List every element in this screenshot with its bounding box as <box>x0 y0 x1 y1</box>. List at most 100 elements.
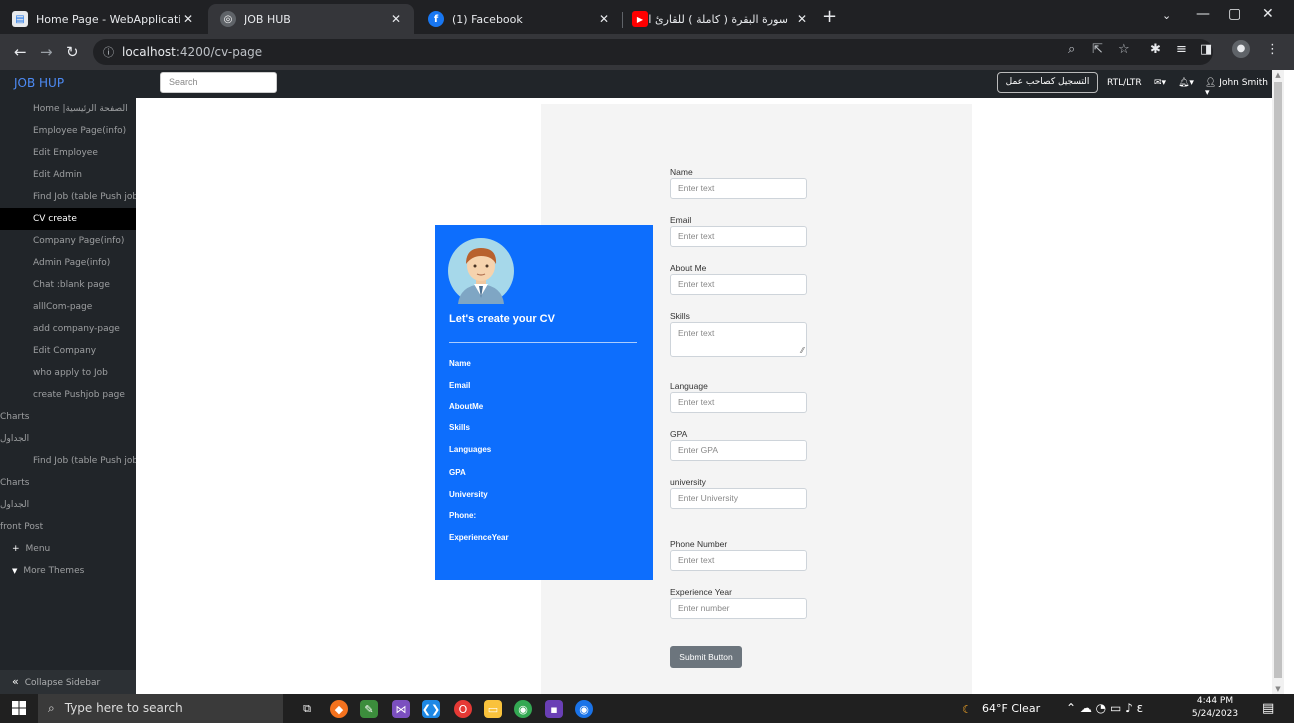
address-bar[interactable]: ⓘ localhost:4200/cv-page <box>93 39 1213 65</box>
sidebar-item-find-job[interactable]: Find Job (table Push job) <box>0 186 136 208</box>
windows-start-icon[interactable] <box>12 701 26 715</box>
sidebar-item-label: alllCom-page <box>33 302 93 312</box>
sidebar: Home |الصفحة الرئيسية Employee Page(info… <box>0 98 136 694</box>
sidebar-item-company-page[interactable]: Company Page(info) <box>0 230 136 252</box>
cv-list-languages: Languages <box>449 445 492 454</box>
search-input[interactable]: Search <box>160 72 277 93</box>
close-tab-icon[interactable]: ✕ <box>388 12 404 26</box>
resize-handle-icon[interactable]: ⁄⁄ <box>801 346 804 355</box>
browser-menu-icon[interactable]: ⋮ <box>1266 42 1279 57</box>
taskbar-time[interactable]: 4:44 PM <box>1196 696 1234 706</box>
sidebar-item-chat[interactable]: Chat :blank page <box>0 274 136 296</box>
experience-year-input[interactable]: Enter number <box>670 598 807 619</box>
skills-textarea[interactable]: Enter text ⁄⁄ <box>670 322 807 357</box>
sidebar-item-cv-create[interactable]: CV create <box>0 208 136 230</box>
app-window-icon[interactable]: ▪ <box>545 700 563 718</box>
sidebar-item-label: front Post <box>0 522 44 532</box>
sidebar-item-employee-page[interactable]: Employee Page(info) <box>0 120 136 142</box>
side-panel-icon[interactable]: ◨ <box>1200 42 1212 57</box>
close-window-button[interactable]: ✕ <box>1262 6 1274 22</box>
sidebar-item-add-company[interactable]: add company-page <box>0 318 136 340</box>
minimize-button[interactable]: — <box>1196 6 1210 22</box>
sidebar-item-label: Find Job (table Push job) <box>33 192 136 202</box>
sidebar-item-tables[interactable]: الجداول <box>0 428 136 450</box>
browser-tab-home-page[interactable]: ▤ Home Page - WebApplication3 ✕ <box>0 4 206 34</box>
reading-list-icon[interactable]: ≡ <box>1176 42 1187 57</box>
sidebar-item-front-post[interactable]: front Post <box>0 516 136 538</box>
maximize-button[interactable]: ▢ <box>1228 6 1241 22</box>
bookmark-star-icon[interactable]: ☆ <box>1118 42 1130 57</box>
sidebar-item-find-job-2[interactable]: Find Job (table Push job) <box>0 450 136 472</box>
reload-icon[interactable]: ↻ <box>66 43 79 61</box>
visual-studio-icon[interactable]: ⋈ <box>392 700 410 718</box>
scrollbar-thumb[interactable] <box>1274 82 1282 678</box>
sidebar-item-create-pushjob[interactable]: create Pushjob page <box>0 384 136 406</box>
university-input[interactable]: Enter University <box>670 488 807 509</box>
paint-app-icon[interactable]: ✎ <box>360 700 378 718</box>
sidebar-item-edit-admin[interactable]: Edit Admin <box>0 164 136 186</box>
sidebar-item-who-apply[interactable]: who apply to Job <box>0 362 136 384</box>
gpa-input[interactable]: Enter GPA <box>670 440 807 461</box>
scroll-down-icon[interactable]: ▼ <box>1272 684 1284 694</box>
new-tab-button[interactable]: + <box>822 8 837 26</box>
sidebar-item-home[interactable]: Home |الصفحة الرئيسية <box>0 98 136 120</box>
back-icon[interactable]: ← <box>14 43 27 61</box>
sidebar-item-menu[interactable]: + Menu <box>0 538 136 560</box>
rtl-ltr-toggle[interactable]: RTL/LTR <box>1107 78 1142 88</box>
extensions-icon[interactable]: ✱ <box>1150 42 1161 57</box>
about-me-input[interactable]: Enter text <box>670 274 807 295</box>
youtube-icon: ▶ <box>632 11 648 27</box>
phone-number-label: Phone Number <box>670 539 728 549</box>
close-tab-icon[interactable]: ✕ <box>794 12 810 26</box>
browser-tab-facebook[interactable]: f (1) Facebook ✕ <box>416 4 622 34</box>
browser-tab-youtube[interactable]: ✕ سورة البقرة ( كاملة ) للقارئ اسلام ▶ <box>624 4 820 34</box>
brave-browser-icon[interactable]: ◆ <box>330 700 348 718</box>
system-tray-icons[interactable]: ⌃ ☁ ◔ ▭ ♪ ε <box>1066 701 1143 715</box>
envelope-icon[interactable]: ✉▾ <box>1154 78 1166 88</box>
close-tab-icon[interactable]: ✕ <box>180 12 196 26</box>
page-scrollbar[interactable]: ▲ ▼ <box>1272 70 1284 694</box>
notification-icon[interactable]: ▤ <box>1262 701 1274 716</box>
phone-number-input[interactable]: Enter text <box>670 550 807 571</box>
sidebar-item-edit-employee[interactable]: Edit Employee <box>0 142 136 164</box>
sidebar-item-admin-page[interactable]: Admin Page(info) <box>0 252 136 274</box>
taskbar-date[interactable]: 5/24/2023 <box>1190 709 1240 719</box>
bell-icon[interactable]: 🔔︎▾ <box>1178 78 1194 88</box>
submit-button[interactable]: Submit Button <box>670 646 742 668</box>
browser-tab-job-hub[interactable]: ◎ JOB HUB ✕ <box>208 4 414 34</box>
vscode-icon[interactable]: ❮❯ <box>422 700 440 718</box>
sidebar-item-tables-2[interactable]: الجداول <box>0 494 136 516</box>
share-icon[interactable]: ⇱ <box>1092 42 1103 57</box>
gpa-label: GPA <box>670 429 688 439</box>
close-tab-icon[interactable]: ✕ <box>596 12 612 26</box>
browser-tab-strip: ▤ Home Page - WebApplication3 ✕ ◎ JOB HU… <box>0 0 1294 34</box>
tab-title: JOB HUB <box>244 12 291 26</box>
sidebar-item-edit-company[interactable]: Edit Company <box>0 340 136 362</box>
register-employer-button[interactable]: التسجيل كصاحب عمل <box>997 72 1098 93</box>
sidebar-item-charts-2[interactable]: Charts <box>0 472 136 494</box>
info-icon: ⓘ <box>103 46 114 59</box>
tab-search-chevron-icon[interactable]: ⌄ <box>1162 9 1171 22</box>
scroll-up-icon[interactable]: ▲ <box>1272 70 1284 80</box>
cv-list-gpa: GPA <box>449 468 466 477</box>
chrome-profile-icon[interactable]: ◉ <box>575 700 593 718</box>
file-explorer-icon[interactable]: ▭ <box>484 700 502 718</box>
taskbar-search-input[interactable]: ⌕ Type here to search <box>38 694 283 723</box>
email-input[interactable]: Enter text <box>670 226 807 247</box>
sidebar-item-charts[interactable]: Charts <box>0 406 136 428</box>
opera-icon[interactable]: O <box>454 700 472 718</box>
sidebar-item-more-themes[interactable]: ▼ More Themes <box>0 560 136 582</box>
brand-logo[interactable]: JOB HUP <box>14 76 64 90</box>
forward-icon[interactable]: → <box>40 43 53 61</box>
language-input[interactable]: Enter text <box>670 392 807 413</box>
task-view-icon[interactable]: ⧉ <box>298 700 316 718</box>
zoom-icon[interactable]: ⌕ <box>1068 42 1075 57</box>
name-input[interactable]: Enter text <box>670 178 807 199</box>
weather-text[interactable]: 64°F Clear <box>982 702 1040 715</box>
skills-label: Skills <box>670 311 690 321</box>
profile-avatar-icon[interactable]: ● <box>1232 40 1250 58</box>
user-menu[interactable]: 👤︎ John Smith ▾ <box>1205 78 1272 98</box>
sidebar-item-allcom-page[interactable]: alllCom-page <box>0 296 136 318</box>
collapse-sidebar-button[interactable]: « Collapse Sidebar <box>0 670 136 694</box>
chrome-icon[interactable]: ◉ <box>514 700 532 718</box>
